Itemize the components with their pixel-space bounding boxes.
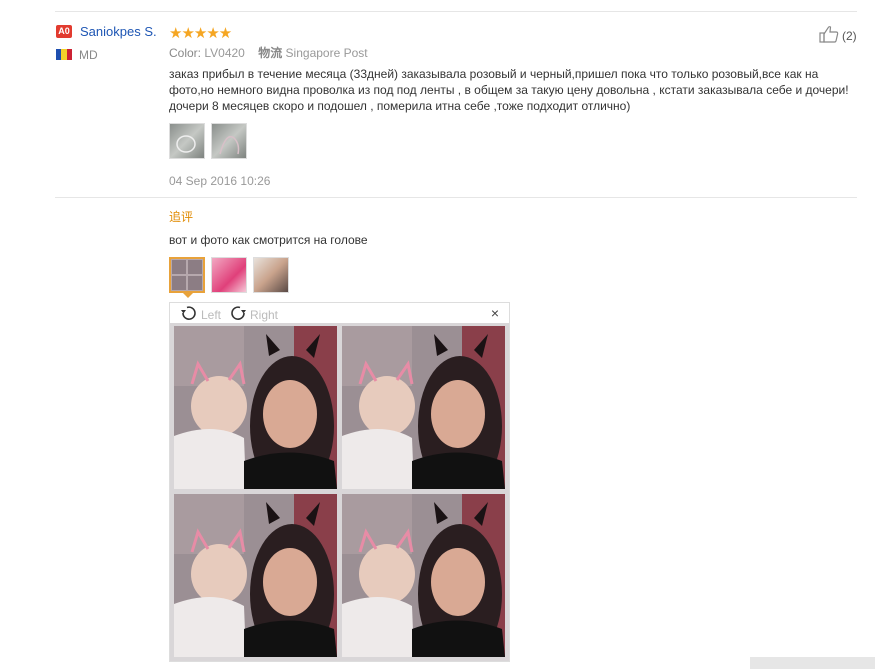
- order-info: Color: LV0420 物流 Singapore Post: [169, 44, 368, 61]
- viewer-toolbar: Left Right ×: [170, 303, 509, 323]
- helpful-button[interactable]: (2): [819, 25, 857, 46]
- horizontal-scrollbar[interactable]: [750, 657, 875, 669]
- review-text: заказ прибыл в течение месяца (33дней) з…: [169, 67, 849, 113]
- shipping-label: 物流: [258, 46, 283, 60]
- star-rating: ★★★★★: [169, 25, 232, 42]
- reviewer-name[interactable]: Saniokpes S.: [80, 24, 157, 39]
- photo-viewer: Left Right ×: [169, 302, 510, 662]
- photo-collage-cell: [174, 494, 337, 657]
- shipping-value: Singapore Post: [285, 46, 368, 60]
- review-photo-thumb-1[interactable]: [169, 123, 205, 159]
- thumbs-up-icon: [819, 25, 839, 46]
- photo-collage-cell: [342, 326, 505, 489]
- photo-collage-cell: [174, 326, 337, 489]
- rotate-left-icon: [179, 304, 199, 325]
- top-divider: [55, 11, 857, 12]
- rotate-left-label: Left: [201, 307, 222, 322]
- followup-title: 追评: [169, 210, 194, 224]
- buyer-level-badge: A0: [56, 25, 72, 38]
- color-value: LV0420: [204, 46, 245, 60]
- country-code: MD: [79, 48, 98, 62]
- followup-divider: [55, 197, 857, 198]
- color-label: Color:: [169, 46, 202, 60]
- followup-photo-thumb-2[interactable]: [211, 257, 247, 293]
- review-photo-thumb-2[interactable]: [211, 123, 247, 159]
- followup-photo-thumb-3[interactable]: [253, 257, 289, 293]
- review-date: 04 Sep 2016 10:26: [169, 174, 271, 188]
- enlarged-photo: [170, 323, 509, 661]
- helpful-count: (2): [842, 28, 857, 43]
- rotate-right-label: Right: [250, 307, 279, 322]
- active-thumb-pointer: [183, 293, 193, 298]
- followup-photo-thumb-1[interactable]: [169, 257, 205, 293]
- followup-text: вот и фото как смотрится на голове: [169, 233, 368, 247]
- rotate-right-button[interactable]: Right: [228, 304, 278, 325]
- close-icon[interactable]: ×: [491, 305, 499, 321]
- rotate-left-button[interactable]: Left: [179, 304, 221, 325]
- rotate-right-icon: [228, 304, 248, 325]
- country-flag-icon: [56, 49, 72, 60]
- photo-collage-cell: [342, 494, 505, 657]
